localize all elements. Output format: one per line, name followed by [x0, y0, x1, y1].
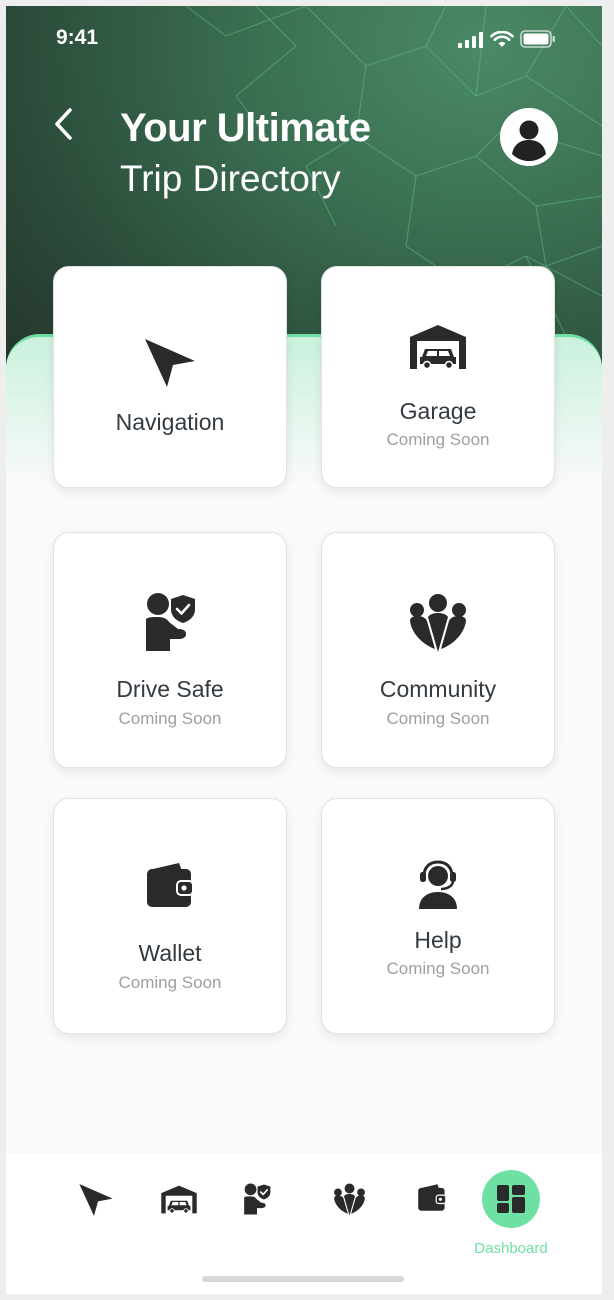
card-label: Wallet — [138, 940, 202, 966]
nav-wallet-icon[interactable] — [417, 1183, 447, 1212]
nav-drive-safe-icon[interactable] — [242, 1182, 272, 1216]
navigation-arrow-icon — [145, 339, 195, 387]
wallet-icon — [147, 863, 194, 907]
nav-community-icon[interactable] — [333, 1183, 366, 1216]
card-wallet[interactable]: Wallet Coming Soon — [53, 798, 287, 1034]
card-label: Drive Safe — [116, 676, 224, 702]
card-label: Help — [414, 927, 462, 953]
card-status: Coming Soon — [386, 709, 490, 728]
help-headset-icon — [419, 860, 457, 909]
drive-safe-icon — [146, 593, 195, 651]
card-community[interactable]: Community Coming Soon — [321, 532, 555, 768]
user-icon — [500, 108, 558, 166]
card-status: Coming Soon — [118, 709, 222, 728]
card-status: Coming Soon — [118, 973, 222, 992]
card-drive-safe[interactable]: Drive Safe Coming Soon — [53, 532, 287, 768]
nav-garage-icon[interactable] — [160, 1184, 198, 1215]
status-time: 9:41 — [56, 26, 99, 49]
profile-avatar[interactable] — [500, 108, 558, 166]
card-label: Garage — [399, 398, 477, 424]
status-bar: 9:41 — [6, 6, 602, 66]
page-subtitle: Trip Directory — [120, 158, 341, 199]
community-icon — [410, 594, 466, 652]
dashboard-icon — [497, 1185, 525, 1213]
card-label: Community — [379, 676, 497, 702]
home-indicator — [202, 1276, 404, 1282]
card-garage[interactable]: Garage Coming Soon — [321, 266, 555, 488]
back-chevron-icon[interactable] — [50, 106, 80, 142]
card-status: Coming Soon — [386, 430, 490, 449]
wifi-icon — [490, 31, 514, 47]
nav-navigation-icon[interactable] — [78, 1182, 114, 1218]
card-navigation[interactable]: Navigation — [53, 266, 287, 488]
card-help[interactable]: Help Coming Soon — [321, 798, 555, 1034]
garage-icon — [410, 325, 466, 370]
status-icons — [458, 30, 556, 48]
app-screen: 9:41 Your Ultimate Trip Directory Naviga… — [6, 6, 602, 1294]
card-label: Navigation — [115, 409, 225, 435]
nav-dashboard-button[interactable] — [482, 1170, 540, 1228]
nav-dashboard-label: Dashboard — [474, 1240, 548, 1257]
page-title: Your Ultimate — [120, 106, 371, 150]
card-status: Coming Soon — [386, 959, 490, 978]
signal-icon — [458, 32, 483, 48]
battery-icon — [520, 30, 555, 48]
